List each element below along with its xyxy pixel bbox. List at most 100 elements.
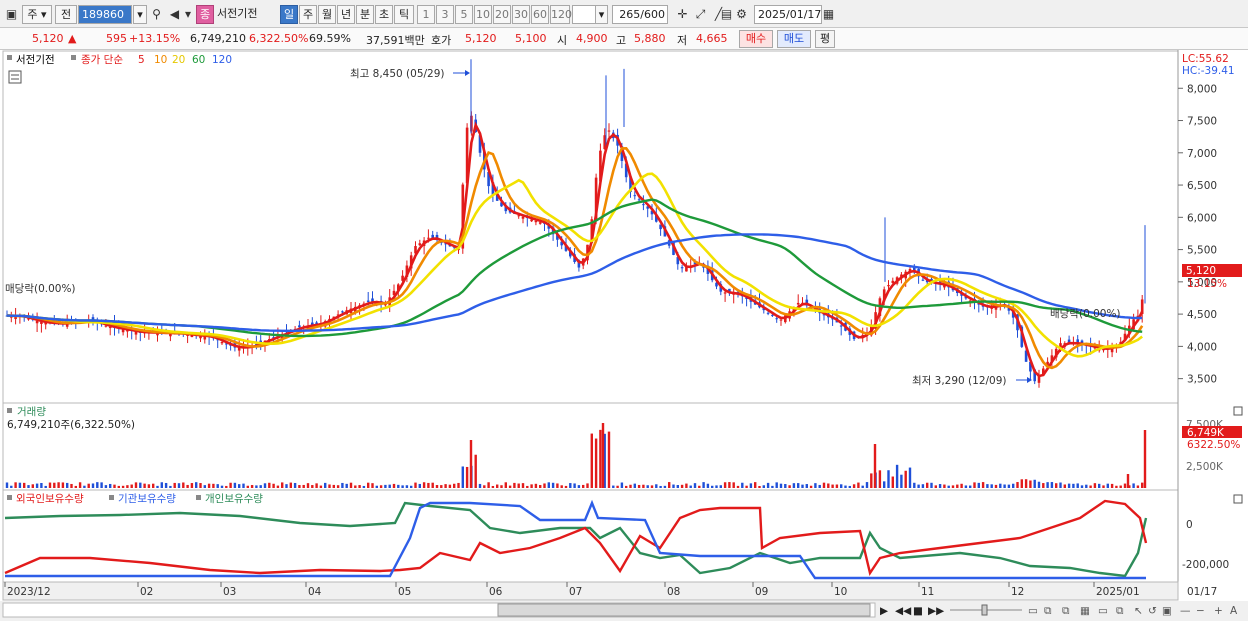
volume-bar xyxy=(5,482,9,488)
bar-count-input[interactable]: 265/600 xyxy=(612,5,668,24)
code-dropdown-icon[interactable]: ▾ xyxy=(133,5,147,24)
stock-chart[interactable]: 서전기전 종가 단순 5 10 20 60 120 LC:55.62 HC:-3… xyxy=(0,50,1248,621)
copy-icon[interactable]: ⧉ xyxy=(1062,605,1070,617)
holdings-panel-collapse-icon[interactable] xyxy=(1233,494,1243,504)
volume-panel-collapse-icon[interactable] xyxy=(1233,406,1243,416)
period-week-button[interactable]: 주 xyxy=(299,5,317,24)
up-arrow-icon: ▲ xyxy=(68,32,77,45)
volume-bar xyxy=(513,482,516,488)
volume-bar xyxy=(410,485,413,488)
period-minute-button[interactable]: 분 xyxy=(356,5,374,24)
volume-bar xyxy=(104,485,108,488)
plus-icon[interactable]: + xyxy=(1214,605,1223,617)
volume-bar xyxy=(676,485,679,488)
volume-bar xyxy=(977,482,980,488)
period-second-button[interactable]: 초 xyxy=(375,5,393,24)
dropdown-icon[interactable]: ▾ xyxy=(182,6,194,23)
grid-icon[interactable]: ▦ xyxy=(1080,605,1090,617)
stock-badge: 종 xyxy=(196,5,214,24)
open-price: 4,900 xyxy=(576,32,608,45)
minute-10-button[interactable]: 10 xyxy=(474,5,492,24)
stop-icon[interactable]: ■ xyxy=(913,605,923,617)
scroll-right-icon[interactable]: ▶ xyxy=(880,605,889,617)
volume-bar xyxy=(951,485,955,488)
date-input[interactable]: 2025/01/17 xyxy=(754,5,822,24)
trade-amount: 37,591백만 xyxy=(366,34,425,47)
volume-bar xyxy=(91,483,95,488)
arrow-icon[interactable]: ↖ xyxy=(1134,605,1143,617)
x-axis-bar xyxy=(2,581,1179,601)
period-month-button[interactable]: 월 xyxy=(318,5,336,24)
chart-type-icon[interactable]: ▭ xyxy=(1098,605,1108,617)
crosshair-icon[interactable]: ✛ xyxy=(674,6,691,23)
volume-bar xyxy=(418,483,421,488)
volume-bar xyxy=(762,485,765,488)
volume-bar xyxy=(646,485,649,488)
volume-bar xyxy=(358,485,361,488)
volume-bar xyxy=(1106,483,1109,488)
period-day-button[interactable]: 일 xyxy=(280,5,298,24)
volume-bar xyxy=(917,484,920,488)
dash-icon[interactable]: — xyxy=(1180,605,1191,617)
volume-bar xyxy=(728,482,731,488)
search-icon[interactable]: ⚲ xyxy=(148,6,165,23)
volume-bar xyxy=(289,482,292,488)
volume-bar xyxy=(1141,482,1144,488)
period-year-button[interactable]: 년 xyxy=(337,5,355,24)
market-select[interactable]: 주 ▾ xyxy=(22,5,52,24)
compare-icon[interactable]: ⧉ xyxy=(1116,605,1124,617)
volume-bar xyxy=(74,485,77,488)
volume-bar xyxy=(564,485,568,488)
x-axis-label: 05 xyxy=(398,586,411,598)
layout-icon[interactable]: ▭ xyxy=(1028,605,1038,617)
minute-120-button[interactable]: 120 xyxy=(550,5,572,24)
fast-forward-icon[interactable]: ▶▶ xyxy=(928,605,945,617)
speaker-icon[interactable]: ◀ xyxy=(166,6,183,23)
minute-1-button[interactable]: 1 xyxy=(417,5,435,24)
minute-dropdown-icon[interactable]: ▾ xyxy=(595,5,608,24)
rewind-icon[interactable]: ◀◀ xyxy=(895,605,912,617)
volume-bar xyxy=(814,483,817,488)
zoom-slider-handle[interactable] xyxy=(981,604,988,616)
current-pct-tag-text: 13.15% xyxy=(1187,278,1227,290)
minute-5-button[interactable]: 5 xyxy=(455,5,473,24)
minute-60-button[interactable]: 60 xyxy=(531,5,549,24)
volume-spike xyxy=(1143,430,1147,488)
legend-ma-title: 종가 단순 xyxy=(81,54,123,66)
volume-bar xyxy=(306,483,310,488)
quote-bar: 5,120 ▲ 595 +13.15% 6,749,210 6,322.50% … xyxy=(0,28,1248,50)
calendar-icon[interactable]: ▦ xyxy=(820,6,837,23)
candle-body xyxy=(839,325,843,327)
volume-bar xyxy=(569,483,572,488)
range-select[interactable]: 전 xyxy=(55,5,77,24)
sell-button[interactable]: 매도 xyxy=(777,30,811,48)
candle-body xyxy=(680,267,684,269)
volume-bar xyxy=(126,485,129,488)
volume-bar xyxy=(758,485,761,488)
institution-holdings-legend: 기관보유수량 xyxy=(118,493,176,505)
volume-bar xyxy=(1080,485,1084,488)
period-tick-button[interactable]: 틱 xyxy=(394,5,414,24)
undo-icon[interactable]: ↺ xyxy=(1148,605,1157,617)
font-size-icon[interactable]: A xyxy=(1230,605,1238,617)
minus-icon[interactable]: − xyxy=(1196,605,1205,617)
window-split-icon[interactable]: ⧉ xyxy=(1044,605,1052,617)
minute-3-button[interactable]: 3 xyxy=(436,5,454,24)
low-label: 저 xyxy=(677,34,688,47)
flat-button[interactable]: 평 xyxy=(815,30,835,48)
minute-20-button[interactable]: 20 xyxy=(493,5,511,24)
volume-bar xyxy=(680,484,684,488)
settings-gear-icon[interactable]: ⚙ xyxy=(733,6,750,23)
code-input[interactable]: 189860 xyxy=(78,5,132,24)
x-axis-label: 04 xyxy=(308,586,322,598)
zoom-icon[interactable]: ⤢ xyxy=(692,6,709,23)
buy-button[interactable]: 매수 xyxy=(739,30,773,48)
minute-30-button[interactable]: 30 xyxy=(512,5,530,24)
image-icon[interactable]: ▣ xyxy=(1162,605,1172,617)
volume-bar xyxy=(199,483,202,488)
window-icon[interactable]: ▣ xyxy=(3,6,20,23)
volume-bar xyxy=(508,485,512,488)
scrollbar-thumb[interactable] xyxy=(497,603,871,617)
volume-bar xyxy=(268,482,271,488)
table-toggle-icon[interactable] xyxy=(8,70,22,84)
